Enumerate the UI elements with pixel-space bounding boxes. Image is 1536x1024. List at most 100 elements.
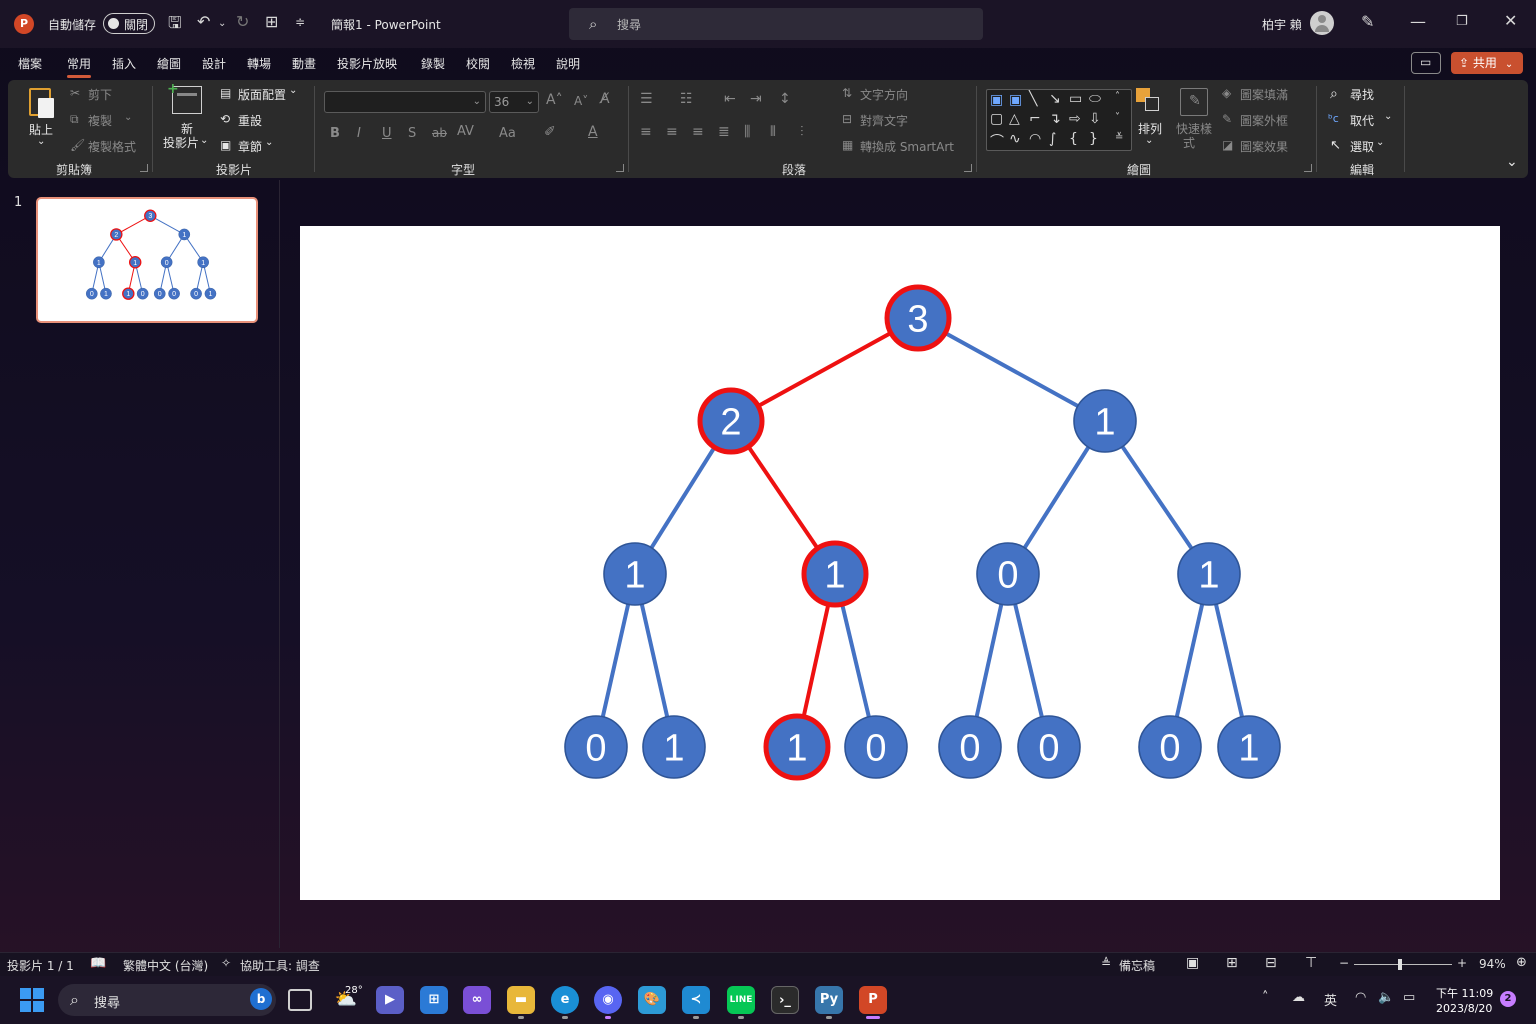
clock-date[interactable]: 2023/8/20 bbox=[1436, 1002, 1492, 1015]
right-arrow-shape-icon[interactable]: ⇨ bbox=[1069, 111, 1081, 127]
quick-styles-label-2[interactable]: 式 bbox=[1183, 134, 1195, 151]
thumbnail-tree-node[interactable]: 1 bbox=[197, 256, 209, 269]
tree-node[interactable]: 1 bbox=[763, 713, 831, 781]
down-arrow-shape-icon[interactable]: ⇩ bbox=[1089, 111, 1101, 127]
align-right-icon[interactable]: ≡ bbox=[692, 124, 704, 140]
increase-font-icon[interactable]: A˄ bbox=[546, 92, 563, 108]
file-explorer-icon[interactable]: ▬ bbox=[507, 986, 535, 1014]
strikethrough-icon[interactable]: ab bbox=[432, 126, 447, 140]
change-case-icon[interactable]: Aa bbox=[499, 126, 516, 141]
quick-styles-icon[interactable]: ✎ bbox=[1180, 88, 1208, 116]
save-icon[interactable]: 🖫 bbox=[168, 15, 182, 31]
bing-icon[interactable]: b bbox=[250, 988, 272, 1010]
textbox-shape-icon[interactable]: ▣ bbox=[990, 92, 1003, 108]
italic-icon[interactable]: I bbox=[357, 126, 361, 141]
paragraph-launcher-icon[interactable] bbox=[964, 164, 972, 172]
terminal-icon[interactable]: ›_ bbox=[771, 986, 799, 1014]
microsoft-store-icon[interactable]: ⊞ bbox=[420, 986, 448, 1014]
freeform-shape-icon[interactable]: ⌒ bbox=[990, 131, 1004, 151]
tree-node[interactable]: 1 bbox=[603, 542, 667, 606]
new-slide-dropdown-icon[interactable]: ⌄ bbox=[200, 135, 208, 146]
shape-effects-button[interactable]: 圖案效果 bbox=[1240, 138, 1288, 155]
line-spacing-icon[interactable]: ↕ bbox=[779, 91, 791, 107]
reset-button[interactable]: 重設 bbox=[238, 112, 262, 129]
elbow-connector-shape-icon[interactable]: ⌐ bbox=[1029, 111, 1041, 127]
select-button[interactable]: 選取 bbox=[1350, 138, 1374, 155]
new-slide-icon[interactable]: + bbox=[167, 81, 202, 114]
edge-icon[interactable]: e bbox=[551, 986, 579, 1014]
thumbnail-tree-node[interactable]: 2 bbox=[110, 228, 123, 241]
section-button[interactable]: 章節 bbox=[238, 138, 262, 155]
layout-dropdown-icon[interactable]: ⌄ bbox=[289, 85, 297, 96]
clear-formatting-icon[interactable]: A̸ bbox=[600, 91, 610, 107]
normal-view-icon[interactable]: ▣ bbox=[1186, 955, 1199, 971]
font-launcher-icon[interactable] bbox=[616, 164, 624, 172]
thumbnail-tree-node[interactable]: 0 bbox=[136, 287, 149, 300]
vscode-icon[interactable]: ≺ bbox=[682, 986, 710, 1014]
comments-button[interactable]: ▭ bbox=[1411, 52, 1441, 74]
align-left-icon[interactable]: ≡ bbox=[640, 124, 652, 140]
language-status[interactable]: 繁體中文 (台灣) bbox=[123, 957, 208, 974]
decrease-indent-icon[interactable]: ⇤ bbox=[724, 91, 736, 107]
layout-button[interactable]: 版面配置 bbox=[238, 86, 286, 103]
discord-icon[interactable]: ◉ bbox=[594, 986, 622, 1014]
vertical-textbox-shape-icon[interactable]: ▣ bbox=[1009, 92, 1022, 108]
battery-icon[interactable]: ▭ bbox=[1403, 990, 1415, 1005]
wifi-icon[interactable]: ◠ bbox=[1355, 990, 1366, 1005]
slide-canvas[interactable]: 3 2 1 1 1 0 1 0 1 1 0 0 0 0 1 bbox=[300, 226, 1500, 900]
section-dropdown-icon[interactable]: ⌄ bbox=[265, 137, 273, 148]
tab-home[interactable]: 常用 bbox=[67, 55, 92, 78]
slide-info[interactable]: 投影片 1 / 1 bbox=[7, 957, 74, 974]
slide-thumbnail[interactable]: 3 2 1 1 1 0 1 0 1 1 0 0 0 0 1 bbox=[36, 197, 258, 323]
restore-icon[interactable]: ❐ bbox=[1456, 14, 1468, 30]
paste-icon[interactable] bbox=[26, 86, 56, 118]
bullets-icon[interactable]: ☰ bbox=[640, 91, 653, 107]
gallery-more-icon[interactable]: ≚ bbox=[1115, 132, 1123, 143]
replace-button[interactable]: 取代 bbox=[1350, 112, 1374, 129]
thumbnail-tree-node[interactable]: 0 bbox=[153, 287, 166, 300]
gallery-up-icon[interactable]: ˄ bbox=[1115, 91, 1120, 102]
tab-review[interactable]: 校閱 bbox=[466, 55, 490, 72]
minimize-icon[interactable]: — bbox=[1410, 14, 1426, 30]
rectangle-shape-icon[interactable]: ▭ bbox=[1069, 91, 1082, 107]
tree-node[interactable]: 1 bbox=[1177, 542, 1241, 606]
text-shadow-icon[interactable]: S bbox=[408, 126, 416, 141]
align-center-icon[interactable]: ≡ bbox=[666, 124, 678, 140]
cut-button[interactable]: 剪下 bbox=[88, 86, 112, 103]
close-icon[interactable]: ✕ bbox=[1504, 13, 1517, 29]
line-icon[interactable]: LINE bbox=[727, 986, 755, 1014]
zoom-in-icon[interactable]: + bbox=[1457, 956, 1467, 970]
text-direction-button[interactable]: 文字方向 bbox=[860, 86, 908, 103]
tab-animations[interactable]: 動畫 bbox=[292, 55, 316, 72]
redo-icon[interactable]: ↻ bbox=[236, 14, 249, 30]
zoom-slider-thumb[interactable] bbox=[1398, 959, 1402, 970]
font-size-box[interactable]: 36 ⌄ bbox=[489, 91, 539, 113]
distributed-icon[interactable]: ⫼ bbox=[744, 124, 750, 140]
character-spacing-icon[interactable]: AV bbox=[457, 124, 474, 139]
shape-fill-button[interactable]: 圖案填滿 bbox=[1240, 86, 1288, 103]
tab-draw[interactable]: 繪圖 bbox=[157, 55, 181, 72]
thumbnail-tree-node[interactable]: 3 bbox=[144, 209, 157, 222]
new-slide-label-2[interactable]: 投影片 bbox=[163, 134, 199, 151]
scribble-shape-icon[interactable]: ∿ bbox=[1009, 131, 1021, 147]
rounded-rect-shape-icon[interactable]: ▢ bbox=[990, 111, 1003, 127]
task-view-icon[interactable] bbox=[288, 989, 312, 1011]
visual-studio-icon[interactable]: ∞ bbox=[463, 986, 491, 1014]
font-color-icon[interactable]: A bbox=[588, 124, 598, 140]
customize-toolbar-icon[interactable]: ≑ bbox=[295, 14, 305, 30]
thumbnail-tree-node[interactable]: 1 bbox=[178, 228, 191, 241]
slide-sorter-icon[interactable]: ⊞ bbox=[1226, 955, 1238, 971]
present-from-start-icon[interactable]: ⊞ bbox=[265, 14, 278, 30]
gallery-down-icon[interactable]: ˅ bbox=[1115, 112, 1120, 123]
align-text-button[interactable]: 對齊文字 bbox=[860, 112, 908, 129]
clock-time[interactable]: 下午 11:09 bbox=[1436, 985, 1493, 1001]
pen-icon[interactable]: ✎ bbox=[1361, 14, 1374, 30]
arrange-dropdown-icon[interactable]: ⌄ bbox=[1145, 135, 1153, 146]
convert-smartart-button[interactable]: 轉換成 SmartArt bbox=[860, 138, 954, 155]
thumbnail-tree-node[interactable]: 0 bbox=[168, 287, 180, 300]
tree-node[interactable]: 0 bbox=[976, 542, 1040, 606]
tree-node[interactable]: 2 bbox=[697, 387, 765, 455]
share-button[interactable]: ⇪ 共用 ⌄ bbox=[1451, 52, 1523, 74]
avatar[interactable] bbox=[1310, 11, 1334, 35]
user-name[interactable]: 柏宇 賴 bbox=[1262, 16, 1302, 33]
